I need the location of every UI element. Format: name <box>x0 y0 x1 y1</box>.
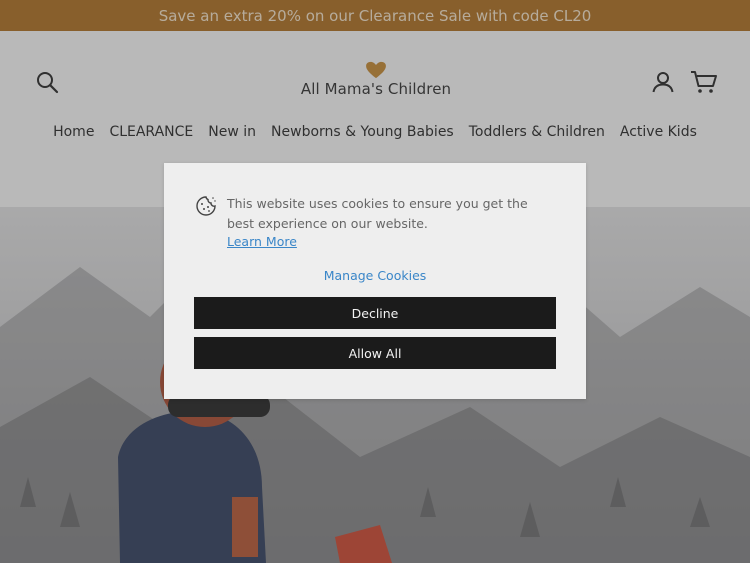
learn-more-link[interactable]: Learn More <box>227 234 297 249</box>
cookie-message: This website uses cookies to ensure you … <box>227 196 528 231</box>
manage-cookies-link[interactable]: Manage Cookies <box>164 268 586 283</box>
decline-button[interactable]: Decline <box>194 297 556 329</box>
cookie-icon <box>195 195 217 217</box>
allow-all-button[interactable]: Allow All <box>194 337 556 369</box>
cookie-consent-dialog: This website uses cookies to ensure you … <box>164 163 586 399</box>
